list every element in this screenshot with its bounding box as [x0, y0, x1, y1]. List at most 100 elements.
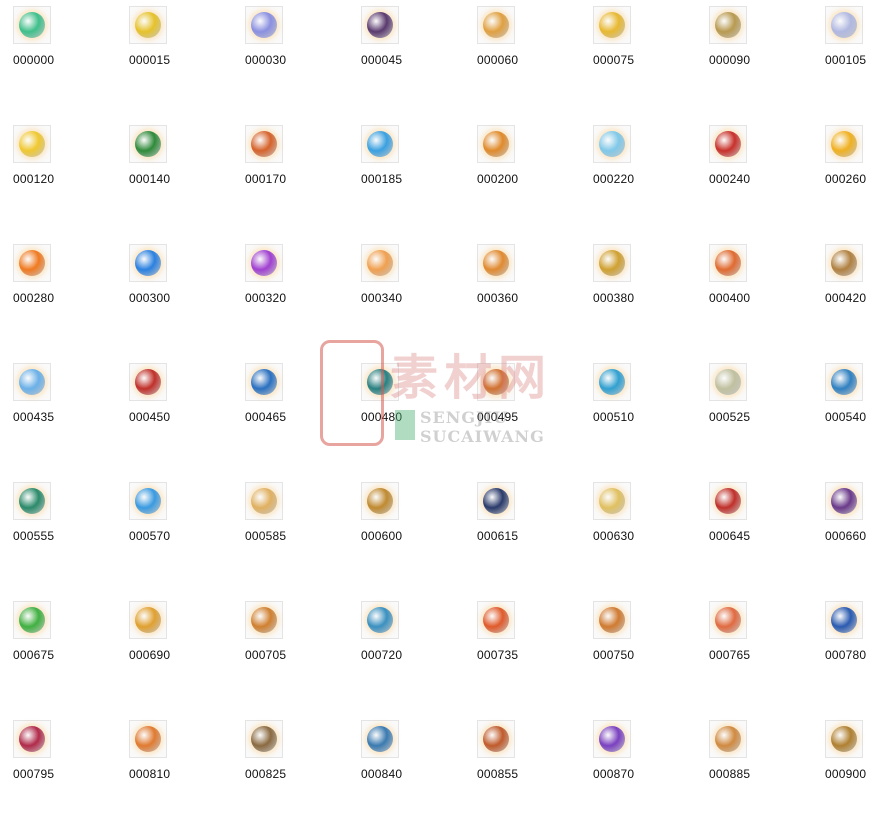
file-name[interactable]: 000720 [361, 648, 402, 662]
file-thumbnail[interactable] [477, 6, 515, 44]
file-name[interactable]: 000360 [477, 291, 518, 305]
file-name[interactable]: 000435 [13, 410, 54, 424]
file-thumbnail[interactable] [129, 6, 167, 44]
file-thumbnail[interactable] [825, 6, 863, 44]
file-name[interactable]: 000570 [129, 529, 170, 543]
file-thumbnail[interactable] [129, 363, 167, 401]
file-name[interactable]: 000525 [709, 410, 750, 424]
file-item[interactable]: 000000 [8, 6, 124, 125]
file-name[interactable]: 000045 [361, 53, 402, 67]
file-thumbnail[interactable] [825, 244, 863, 282]
file-item[interactable]: 000630 [588, 482, 704, 601]
file-name[interactable]: 000885 [709, 767, 750, 781]
file-name[interactable]: 000825 [245, 767, 286, 781]
file-name[interactable]: 000280 [13, 291, 54, 305]
file-thumbnail[interactable] [245, 482, 283, 520]
file-thumbnail[interactable] [825, 482, 863, 520]
file-name[interactable]: 000840 [361, 767, 402, 781]
file-thumbnail[interactable] [825, 125, 863, 163]
file-item[interactable]: 000525 [704, 363, 820, 482]
file-item[interactable]: 000360 [472, 244, 588, 363]
file-item[interactable]: 000185 [356, 125, 472, 244]
file-item[interactable]: 000885 [704, 720, 820, 839]
file-item[interactable]: 000465 [240, 363, 356, 482]
file-item[interactable]: 000720 [356, 601, 472, 720]
file-name[interactable]: 000015 [129, 53, 170, 67]
file-item[interactable]: 000435 [8, 363, 124, 482]
file-thumbnail[interactable] [13, 363, 51, 401]
file-name[interactable]: 000380 [593, 291, 634, 305]
file-name[interactable]: 000810 [129, 767, 170, 781]
file-name[interactable]: 000660 [825, 529, 866, 543]
file-thumbnail[interactable] [825, 720, 863, 758]
file-name[interactable]: 000795 [13, 767, 54, 781]
file-item[interactable]: 000600 [356, 482, 472, 601]
file-thumbnail[interactable] [709, 244, 747, 282]
file-thumbnail[interactable] [245, 720, 283, 758]
file-item[interactable]: 000060 [472, 6, 588, 125]
file-thumbnail[interactable] [13, 6, 51, 44]
file-item[interactable]: 000320 [240, 244, 356, 363]
file-item[interactable]: 000645 [704, 482, 820, 601]
file-thumbnail[interactable] [825, 363, 863, 401]
file-thumbnail[interactable] [13, 601, 51, 639]
file-item[interactable]: 000340 [356, 244, 472, 363]
file-name[interactable]: 000340 [361, 291, 402, 305]
file-thumbnail[interactable] [477, 601, 515, 639]
file-thumbnail[interactable] [245, 6, 283, 44]
file-item[interactable]: 000400 [704, 244, 820, 363]
file-name[interactable]: 000260 [825, 172, 866, 186]
file-item[interactable]: 000510 [588, 363, 704, 482]
file-name[interactable]: 000240 [709, 172, 750, 186]
file-name[interactable]: 000675 [13, 648, 54, 662]
file-thumbnail[interactable] [477, 482, 515, 520]
file-name[interactable]: 000585 [245, 529, 286, 543]
file-thumbnail[interactable] [593, 720, 631, 758]
file-thumbnail[interactable] [709, 482, 747, 520]
file-thumbnail[interactable] [709, 720, 747, 758]
file-item[interactable]: 000280 [8, 244, 124, 363]
file-thumbnail[interactable] [593, 6, 631, 44]
file-name[interactable]: 000780 [825, 648, 866, 662]
file-item[interactable]: 000735 [472, 601, 588, 720]
file-name[interactable]: 000320 [245, 291, 286, 305]
file-item[interactable]: 000870 [588, 720, 704, 839]
file-thumbnail[interactable] [361, 6, 399, 44]
file-thumbnail[interactable] [361, 244, 399, 282]
file-item[interactable]: 000840 [356, 720, 472, 839]
file-name[interactable]: 000300 [129, 291, 170, 305]
file-name[interactable]: 000510 [593, 410, 634, 424]
file-name[interactable]: 000170 [245, 172, 286, 186]
file-name[interactable]: 000075 [593, 53, 634, 67]
file-thumbnail[interactable] [129, 720, 167, 758]
file-name[interactable]: 000705 [245, 648, 286, 662]
file-item[interactable]: 000220 [588, 125, 704, 244]
file-name[interactable]: 000185 [361, 172, 402, 186]
file-item[interactable]: 000480 [356, 363, 472, 482]
file-thumbnail[interactable] [361, 601, 399, 639]
file-name[interactable]: 000555 [13, 529, 54, 543]
file-name[interactable]: 000480 [361, 410, 402, 424]
file-item[interactable]: 000825 [240, 720, 356, 839]
file-item[interactable]: 000615 [472, 482, 588, 601]
file-item[interactable]: 000450 [124, 363, 240, 482]
file-item[interactable]: 000570 [124, 482, 240, 601]
file-name[interactable]: 000450 [129, 410, 170, 424]
file-item[interactable]: 000420 [820, 244, 889, 363]
file-name[interactable]: 000495 [477, 410, 518, 424]
file-item[interactable]: 000750 [588, 601, 704, 720]
file-item[interactable]: 000300 [124, 244, 240, 363]
file-thumbnail[interactable] [129, 482, 167, 520]
file-name[interactable]: 000105 [825, 53, 866, 67]
file-thumbnail[interactable] [245, 244, 283, 282]
file-item[interactable]: 000795 [8, 720, 124, 839]
file-name[interactable]: 000120 [13, 172, 54, 186]
file-item[interactable]: 000585 [240, 482, 356, 601]
file-name[interactable]: 000200 [477, 172, 518, 186]
file-thumbnail[interactable] [361, 720, 399, 758]
file-item[interactable]: 000810 [124, 720, 240, 839]
file-item[interactable]: 000540 [820, 363, 889, 482]
file-name[interactable]: 000750 [593, 648, 634, 662]
file-thumbnail[interactable] [129, 601, 167, 639]
file-thumbnail[interactable] [709, 601, 747, 639]
